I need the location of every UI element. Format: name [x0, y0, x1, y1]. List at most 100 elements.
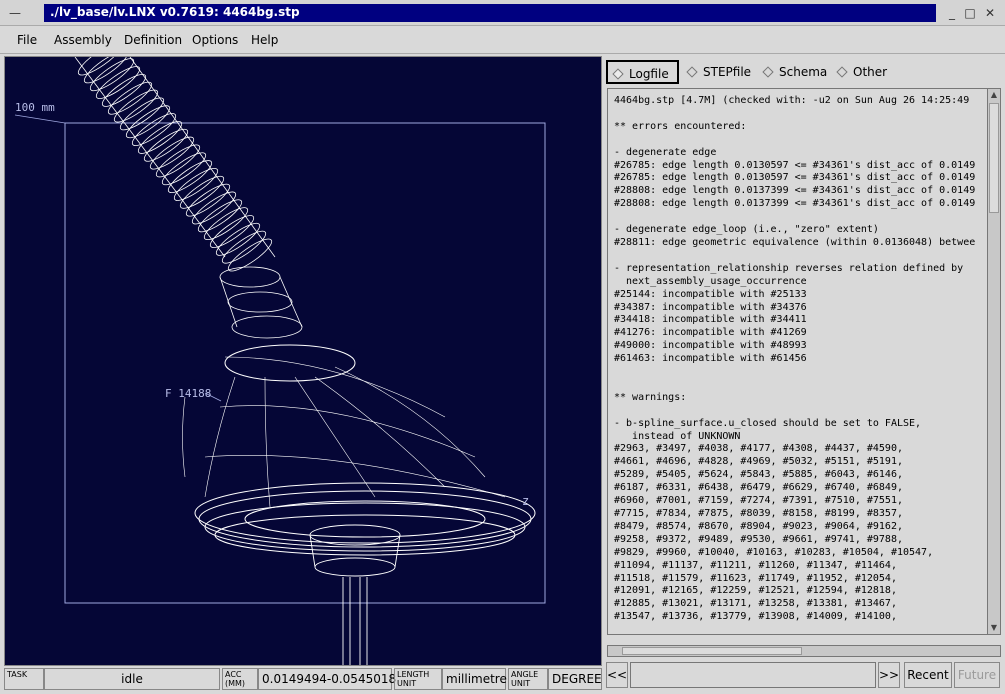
- scale-label: 100 mm: [15, 101, 55, 114]
- log-line: #6960, #7001, #7159, #7274, #7391, #7510…: [614, 495, 903, 507]
- log-line: #34418: incompatible with #34411: [614, 314, 807, 326]
- sleeve-edge-left: [219, 276, 238, 328]
- model-viewport[interactable]: 100 mm F 14188 z: [4, 56, 602, 666]
- log-line: #25144: incompatible with #25133: [614, 288, 807, 300]
- spring-coil: [203, 207, 249, 241]
- next-button[interactable]: >>: [878, 662, 900, 688]
- sleeve: [219, 266, 303, 339]
- feature-label: F 14188: [165, 387, 212, 400]
- radio-diamond-icon: [836, 66, 848, 78]
- cone-arc-2: [219, 405, 476, 458]
- menu-file[interactable]: File: [17, 33, 37, 47]
- spring-coil: [227, 238, 273, 272]
- log-line: - degenerate edge_loop (i.e., "zero" ext…: [614, 224, 879, 236]
- plate-rim-top: [194, 482, 536, 544]
- log-vertical-scrollbar[interactable]: ▲ ▼: [987, 88, 1001, 635]
- tab-stepfile[interactable]: STEPfile: [682, 60, 751, 84]
- radio-diamond-icon: [762, 66, 774, 78]
- maximize-icon[interactable]: □: [962, 5, 978, 21]
- tab-logfile[interactable]: Logfile: [606, 60, 679, 84]
- log-line: instead of UNKNOWN: [614, 430, 741, 442]
- base-plate: [194, 482, 536, 556]
- log-line: #28808: edge length 0.0137399 <= #34361'…: [614, 185, 976, 197]
- cone-line-3: [294, 376, 376, 498]
- scroll-down-icon[interactable]: ▼: [988, 622, 1000, 634]
- axis-label: z: [522, 494, 530, 508]
- menu-definition[interactable]: Definition: [124, 33, 182, 47]
- log-line: - degenerate edge: [614, 146, 717, 158]
- log-line: - b-spline_surface.u_closed should be se…: [614, 417, 922, 429]
- log-line: #8479, #8574, #8670, #8904, #9023, #9064…: [614, 520, 903, 532]
- log-line: #5289, #5405, #5624, #5843, #5885, #6043…: [614, 469, 903, 481]
- spring-coil: [191, 191, 237, 225]
- length-unit-label: LENGTH UNIT: [394, 668, 442, 690]
- log-line: 4464bg.stp [4.7M] (checked with: -u2 on …: [614, 95, 970, 106]
- future-button[interactable]: Future: [954, 662, 1000, 688]
- log-line: #12091, #12165, #12259, #12521, #12594, …: [614, 585, 897, 597]
- acc-value: 0.0149494-0.0545018: [258, 668, 396, 690]
- radio-diamond-icon: [686, 66, 698, 78]
- spring-coil: [209, 215, 255, 248]
- spring-coil: [113, 89, 159, 123]
- spring-coil: [215, 222, 261, 256]
- recent-button[interactable]: Recent: [904, 662, 952, 688]
- title-bar: — ./lv_base/lv.LNX v0.7619: 4464bg.stp _…: [0, 0, 1005, 26]
- hscroll-thumb[interactable]: [622, 647, 802, 655]
- window-menu-icon[interactable]: —: [8, 6, 22, 20]
- cone-line-4: [314, 376, 446, 488]
- spring-coil: [107, 81, 153, 115]
- minimize-icon[interactable]: _: [944, 5, 960, 21]
- log-line: #26785: edge length 0.0130597 <= #34361'…: [614, 172, 976, 184]
- wireframe-model: [14, 57, 546, 665]
- menu-bar: File Assembly Definition Options Help: [0, 26, 1005, 54]
- log-line: #41276: incompatible with #41269: [614, 327, 807, 339]
- title-bar-fill: ./lv_base/lv.LNX v0.7619: 4464bg.stp: [44, 4, 936, 22]
- tab-schema-label: Schema: [779, 65, 828, 79]
- log-line: #13547, #13736, #13779, #13908, #14009, …: [614, 611, 897, 623]
- close-icon[interactable]: ✕: [982, 5, 998, 21]
- cone-line-2: [264, 376, 271, 508]
- menu-options[interactable]: Options: [192, 33, 238, 47]
- cone-line-5: [334, 366, 486, 478]
- scroll-up-icon[interactable]: ▲: [988, 89, 1000, 101]
- scroll-thumb[interactable]: [989, 103, 999, 213]
- task-value: idle: [44, 668, 220, 690]
- log-line: #7715, #7834, #7875, #8039, #8158, #8199…: [614, 508, 903, 519]
- prev-button[interactable]: <<: [606, 662, 628, 688]
- command-row: << >> Recent Future: [604, 660, 1004, 690]
- log-text-area[interactable]: 4464bg.stp [4.7M] (checked with: -u2 on …: [607, 88, 987, 635]
- spring-coil: [179, 175, 225, 209]
- cone-shell: [182, 356, 506, 508]
- log-line: #49000: incompatible with #48993: [614, 340, 807, 352]
- command-input[interactable]: [630, 662, 876, 688]
- acc-label: ACC (MM): [222, 668, 258, 690]
- log-line: next_assembly_usage_occurrence: [614, 275, 807, 287]
- collar-ring: [224, 344, 356, 382]
- bounding-frame: [64, 122, 546, 604]
- spring-coil: [149, 136, 195, 170]
- menu-help[interactable]: Help: [251, 33, 278, 47]
- log-line: #9258, #9372, #9489, #9530, #9661, #9741…: [614, 533, 903, 545]
- cone-arc-1: [224, 356, 446, 418]
- helix-spring: [74, 57, 276, 272]
- log-line: #2963, #3497, #4038, #4177, #4308, #4437…: [614, 443, 903, 455]
- plate-inner: [244, 500, 486, 538]
- sleeve-edge-right: [279, 276, 303, 328]
- plate-rim-bottom: [214, 514, 516, 556]
- status-bar: TASK idle ACC (MM) 0.0149494-0.0545018 LE…: [4, 668, 602, 690]
- plate-rim-3: [204, 502, 526, 552]
- scale-leader: [14, 114, 66, 124]
- angle-unit-label: ANGLE UNIT: [508, 668, 548, 690]
- log-horizontal-scrollbar[interactable]: [607, 645, 1001, 657]
- panel-tabs: Logfile STEPfile Schema Other: [604, 58, 1004, 86]
- cone-edge-left: [182, 396, 186, 478]
- tab-schema[interactable]: Schema: [758, 60, 827, 84]
- menu-assembly[interactable]: Assembly: [54, 33, 112, 47]
- log-line: #9829, #9960, #10040, #10163, #10283, #1…: [614, 546, 934, 558]
- tab-other[interactable]: Other: [832, 60, 887, 84]
- shaft: [342, 577, 368, 665]
